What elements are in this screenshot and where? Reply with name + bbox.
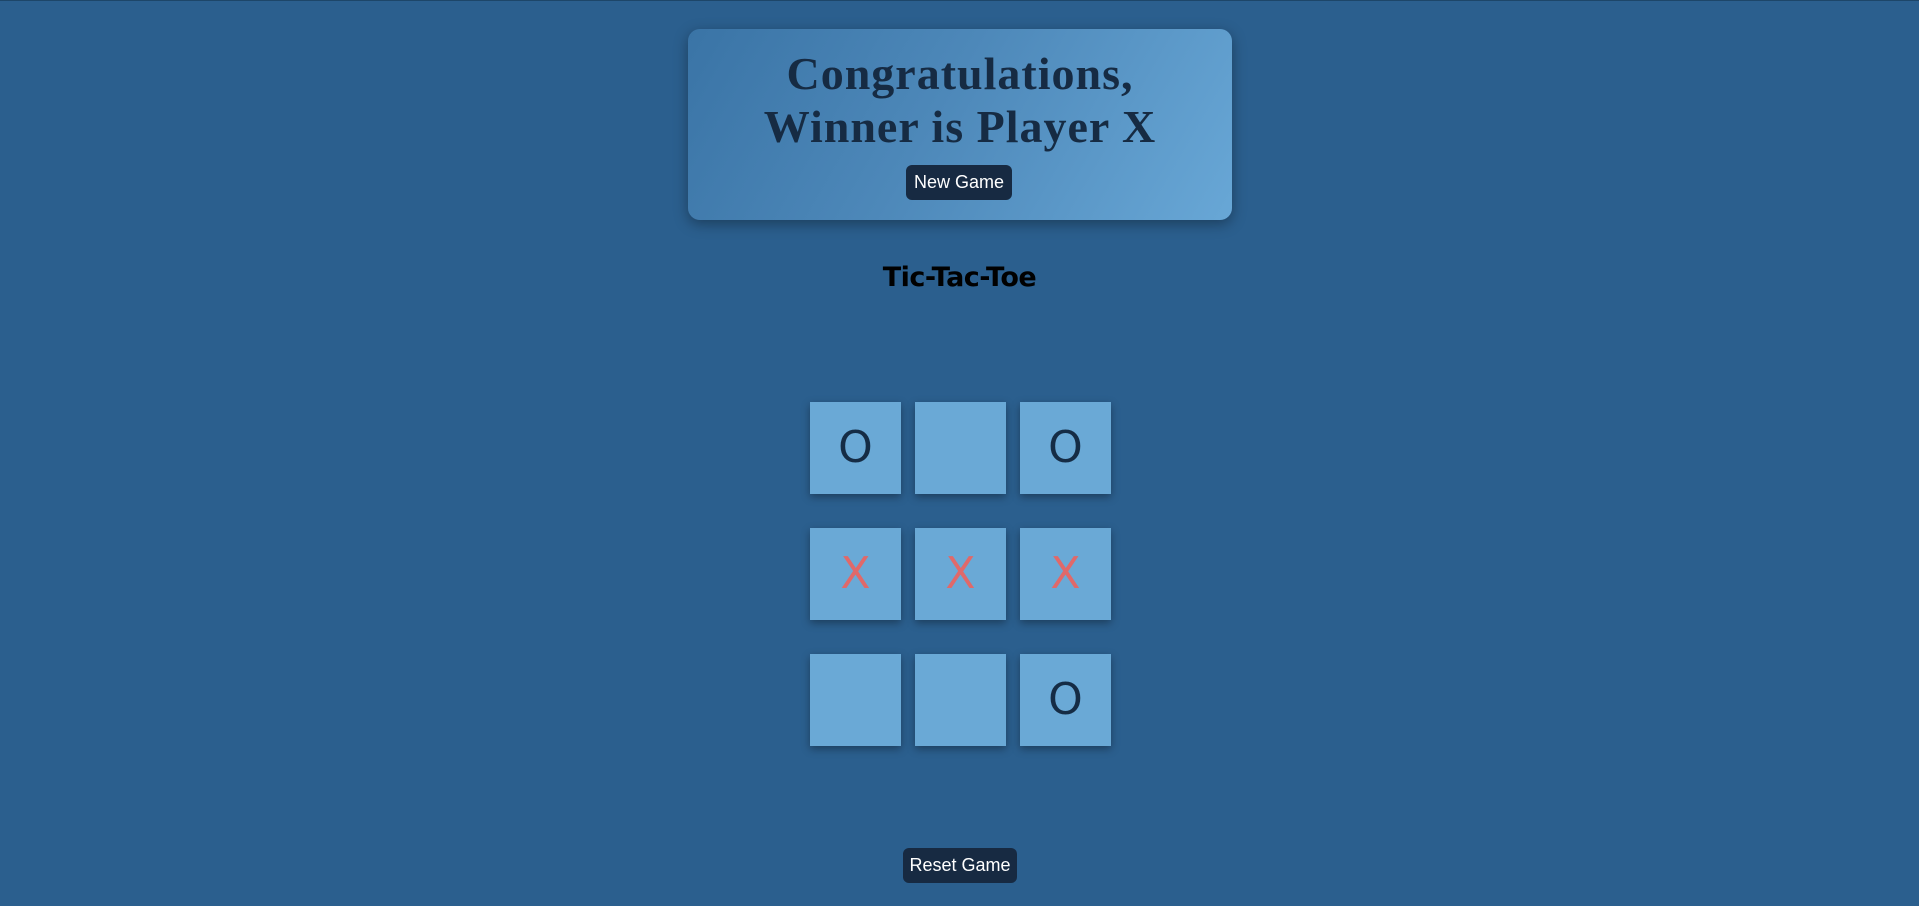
board-cell-2[interactable] bbox=[915, 402, 1006, 494]
game-board: O O X X X O bbox=[810, 402, 1111, 746]
board-cell-8[interactable] bbox=[915, 654, 1006, 746]
new-game-button[interactable]: New Game bbox=[906, 165, 1012, 200]
board-cell-6[interactable]: X bbox=[1020, 528, 1111, 620]
game-title: Tic-Tac-Toe bbox=[882, 262, 1037, 293]
winner-message-line2: Winner is Player X bbox=[763, 101, 1157, 152]
winner-message-line1: Congratulations, bbox=[786, 48, 1134, 99]
reset-game-button[interactable]: Reset Game bbox=[903, 848, 1017, 883]
board-cell-5[interactable]: X bbox=[915, 528, 1006, 620]
board-cell-9[interactable]: O bbox=[1020, 654, 1111, 746]
board-cell-3[interactable]: O bbox=[1020, 402, 1111, 494]
board-cell-4[interactable]: X bbox=[810, 528, 901, 620]
board-cell-7[interactable] bbox=[810, 654, 901, 746]
top-border bbox=[0, 0, 1919, 1]
winner-message: Congratulations, Winner is Player X bbox=[688, 47, 1232, 153]
winner-banner: Congratulations, Winner is Player X New … bbox=[688, 29, 1232, 220]
board-cell-1[interactable]: O bbox=[810, 402, 901, 494]
